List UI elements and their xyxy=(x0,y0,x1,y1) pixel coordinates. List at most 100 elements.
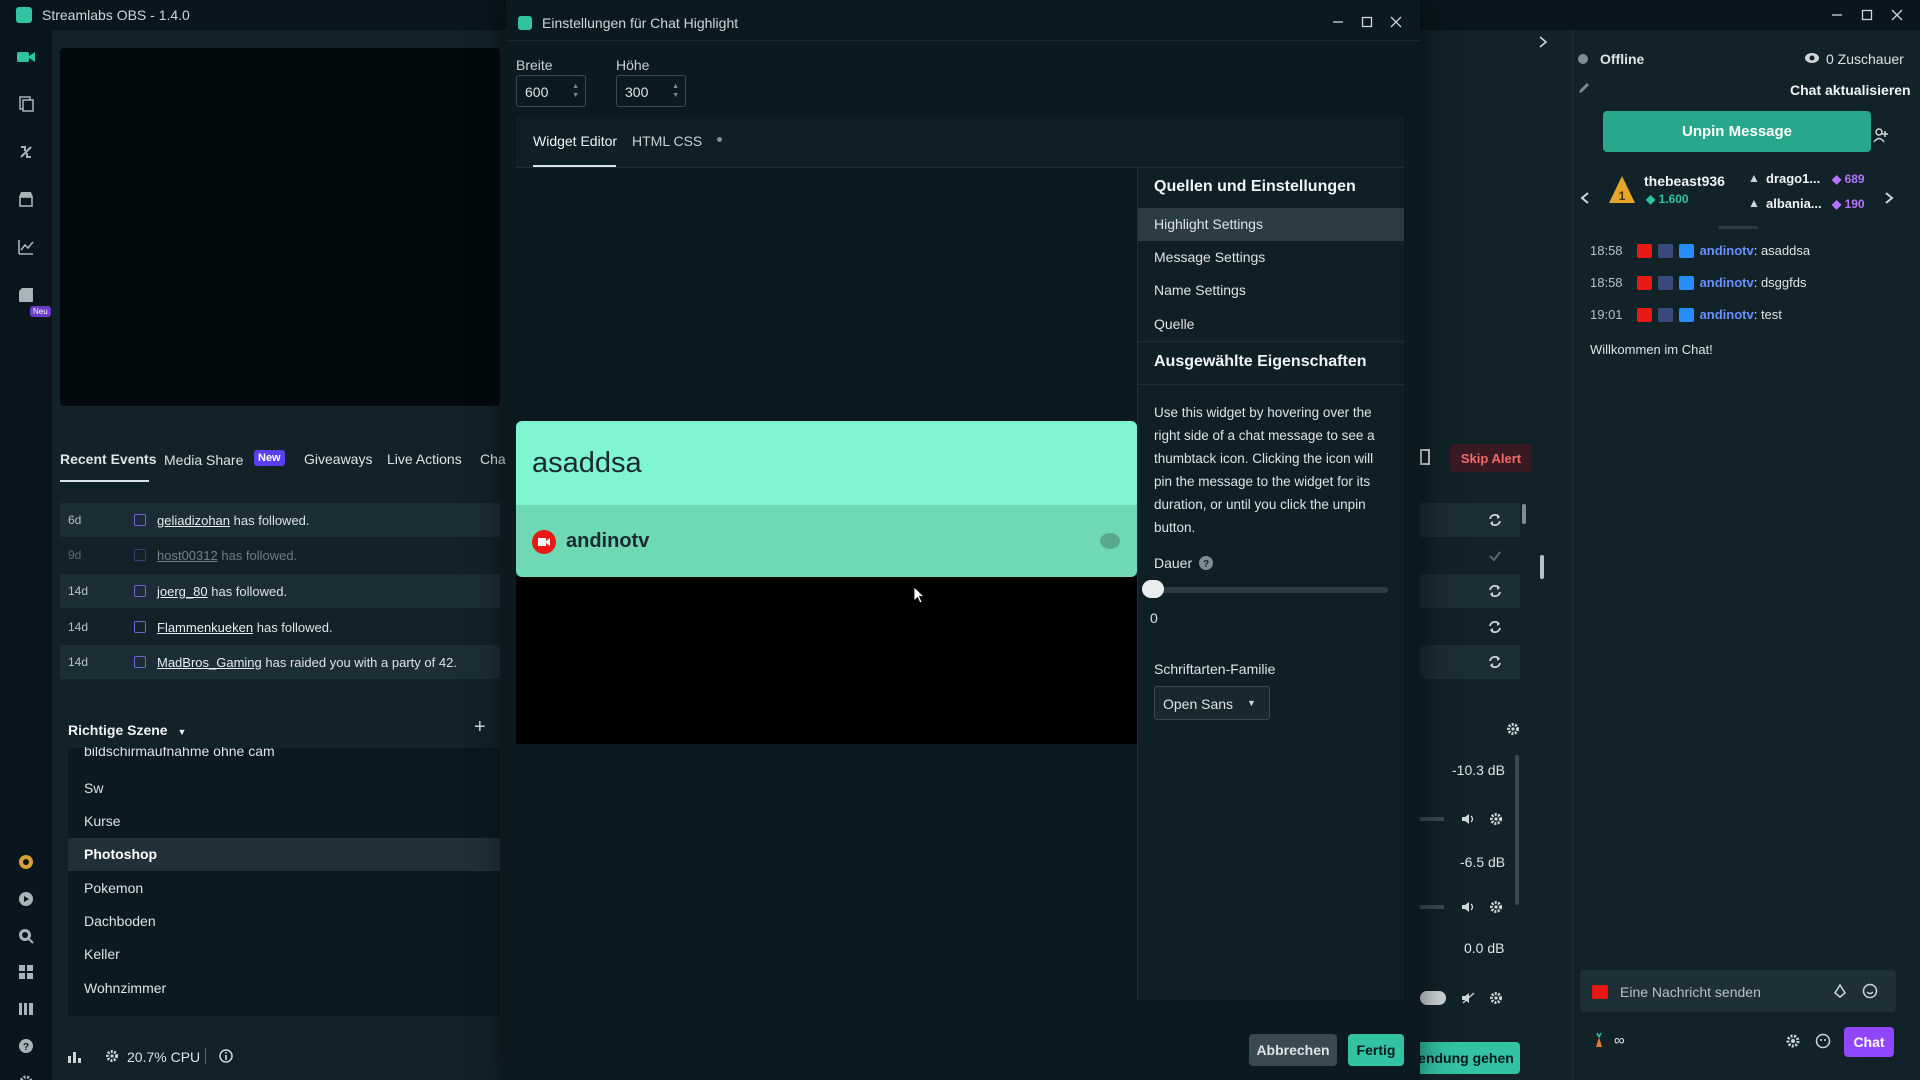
chat-message[interactable]: 18:58 andinotv: asaddsa xyxy=(1590,243,1810,258)
speaker-icon[interactable] xyxy=(1460,811,1476,827)
menu-message-settings[interactable]: Message Settings xyxy=(1154,249,1265,265)
studio-camera-icon[interactable] xyxy=(14,45,38,69)
duration-slider-handle[interactable] xyxy=(1142,580,1164,598)
layout-icon[interactable] xyxy=(14,997,38,1021)
close-icon[interactable] xyxy=(1886,4,1908,26)
maximize-icon[interactable] xyxy=(1856,4,1878,26)
help-icon[interactable]: ? xyxy=(14,1034,38,1058)
event-username[interactable]: host00312 xyxy=(157,548,218,563)
height-input[interactable]: 300 ▲ ▼ xyxy=(616,75,686,107)
source-settings-icon[interactable] xyxy=(1488,811,1504,827)
event-username[interactable]: joerg_80 xyxy=(157,584,208,599)
events-scrollbar[interactable] xyxy=(1522,504,1526,524)
themes-icon[interactable] xyxy=(14,140,38,164)
event-row[interactable]: 6d geliadizohan has followed. xyxy=(60,503,500,537)
bits-icon[interactable] xyxy=(1832,983,1848,999)
scene-item[interactable]: bildschirmaufnahme ohne cam xyxy=(84,747,275,757)
carrot-icon[interactable] xyxy=(1592,1032,1606,1048)
chat-users-icon[interactable] xyxy=(1814,1032,1832,1050)
chevron-right-icon[interactable] xyxy=(1535,34,1551,50)
event-row[interactable]: 14d MadBros_Gaming has raided you with a … xyxy=(60,645,500,679)
speaker-icon[interactable] xyxy=(1460,899,1476,915)
edit-pencil-icon[interactable] xyxy=(1576,80,1592,96)
duration-slider-track[interactable] xyxy=(1142,587,1388,593)
event-username[interactable]: geliadizohan xyxy=(157,513,230,528)
event-row[interactable]: 14d Flammenkueken has followed. xyxy=(60,610,500,644)
dashboard-icon[interactable] xyxy=(14,887,38,911)
repeat-alert-icon[interactable] xyxy=(1486,618,1504,636)
scene-item[interactable]: Wohnzimmer xyxy=(84,980,166,996)
unpin-message-button[interactable]: Unpin Message xyxy=(1603,111,1871,152)
event-username[interactable]: Flammenkueken xyxy=(157,620,253,635)
user-manage-icon[interactable] xyxy=(1872,126,1890,144)
chevron-left-icon[interactable] xyxy=(1578,190,1592,206)
event-username[interactable]: MadBros_Gaming xyxy=(157,655,262,670)
modal-close-icon[interactable] xyxy=(1386,12,1406,32)
info-icon[interactable] xyxy=(218,1048,234,1064)
tab-live-actions[interactable]: Live Actions xyxy=(387,451,462,467)
mixer-settings-icon[interactable] xyxy=(1504,720,1522,738)
chat-username[interactable]: andinotv xyxy=(1700,307,1754,322)
refresh-chat-link[interactable]: Chat aktualisieren xyxy=(1790,82,1911,98)
tab-chat[interactable]: Cha xyxy=(480,451,506,467)
stepper-icon[interactable]: ▲ ▼ xyxy=(672,82,679,100)
done-button[interactable]: Fertig xyxy=(1348,1034,1404,1066)
go-live-button[interactable]: endung gehen xyxy=(1412,1042,1520,1074)
speaker-muted-icon[interactable] xyxy=(1460,990,1476,1006)
scene-item[interactable]: Photoshop xyxy=(84,846,157,862)
chat-username[interactable]: andinotv xyxy=(1700,275,1754,290)
width-input[interactable]: 600 ▲ ▼ xyxy=(516,75,586,107)
add-scene-icon[interactable]: + xyxy=(474,716,486,739)
repeat-alert-icon[interactable] xyxy=(1486,582,1504,600)
tab-recent-events[interactable]: Recent Events xyxy=(60,451,156,467)
volume-slider[interactable] xyxy=(1420,817,1444,821)
analytics-icon[interactable] xyxy=(14,235,38,259)
scene-item[interactable]: Kurse xyxy=(84,813,121,829)
event-row[interactable]: 14d joerg_80 has followed. xyxy=(60,574,500,608)
apps-icon[interactable] xyxy=(14,960,38,984)
minimize-icon[interactable] xyxy=(1826,4,1848,26)
stats-icon[interactable] xyxy=(66,1048,82,1064)
panel-resize-handle[interactable] xyxy=(1540,555,1544,579)
library-icon[interactable] xyxy=(14,92,38,116)
menu-name-settings[interactable]: Name Settings xyxy=(1154,282,1246,298)
chat-username[interactable]: andinotv xyxy=(1700,243,1754,258)
highlight-name-bar[interactable]: andinotv xyxy=(516,505,1137,577)
send-chat-button[interactable]: Chat xyxy=(1844,1027,1894,1057)
chat-message[interactable]: 18:58 andinotv: dsggfds xyxy=(1590,275,1806,290)
scene-item[interactable]: Pokemon xyxy=(84,880,143,896)
cancel-button[interactable]: Abbrechen xyxy=(1249,1034,1337,1066)
stream-preview[interactable] xyxy=(60,48,500,406)
menu-highlight-settings[interactable]: Highlight Settings xyxy=(1154,216,1263,232)
search-icon[interactable] xyxy=(14,924,38,948)
settings-gear-icon[interactable] xyxy=(14,1070,38,1080)
scenes-title[interactable]: Richtige Szene ▼ xyxy=(68,722,186,738)
font-family-select[interactable]: Open Sans ▼ xyxy=(1154,686,1270,720)
chevron-right-icon[interactable] xyxy=(1882,190,1896,206)
scene-item[interactable]: Dachboden xyxy=(84,913,156,929)
menu-source[interactable]: Quelle xyxy=(1154,316,1194,332)
modal-maximize-icon[interactable] xyxy=(1357,12,1377,32)
tab-widget-editor[interactable]: Widget Editor xyxy=(533,133,617,149)
chat-message[interactable]: 19:01 andinotv: test xyxy=(1590,307,1782,322)
tab-media-share[interactable]: Media Share xyxy=(164,452,243,468)
help-icon[interactable]: ? xyxy=(1198,555,1214,571)
source-settings-icon[interactable] xyxy=(1488,899,1504,915)
chat-settings-icon[interactable] xyxy=(1784,1032,1802,1050)
modal-minimize-icon[interactable] xyxy=(1328,12,1348,32)
highlight-message-box[interactable]: asaddsa xyxy=(516,421,1137,506)
scene-item[interactable]: Sw xyxy=(84,780,103,796)
mute-toggle[interactable] xyxy=(1420,991,1446,1005)
prime-icon[interactable] xyxy=(14,850,38,874)
event-row[interactable]: 9d host00312 has followed. xyxy=(60,538,500,572)
mixer-scrollbar[interactable] xyxy=(1515,755,1519,905)
stepper-icon[interactable]: ▲ ▼ xyxy=(572,82,579,100)
event-list-menu-icon[interactable] xyxy=(1420,449,1430,465)
store-icon[interactable] xyxy=(14,187,38,211)
source-settings-icon[interactable] xyxy=(1488,990,1504,1006)
chat-input[interactable]: Eine Nachricht senden xyxy=(1620,984,1761,1000)
tab-giveaways[interactable]: Giveaways xyxy=(304,451,372,467)
repeat-alert-icon[interactable] xyxy=(1486,511,1504,529)
scene-item[interactable]: Keller xyxy=(84,946,120,962)
repeat-alert-icon[interactable] xyxy=(1486,653,1504,671)
